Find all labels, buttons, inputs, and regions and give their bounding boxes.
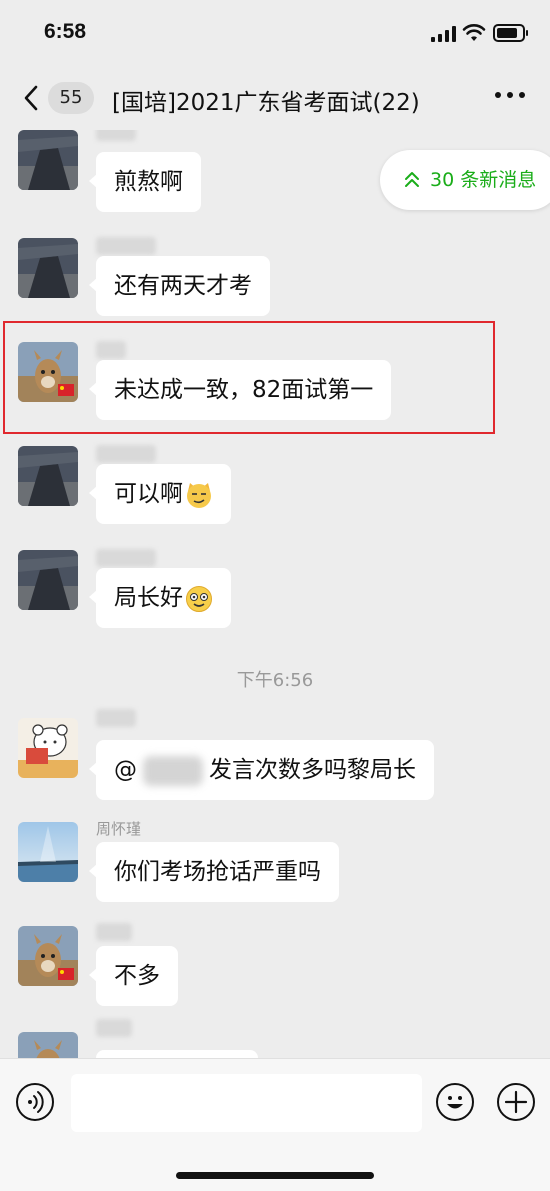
message-bubble[interactable]: 可以啊 — [89, 464, 231, 524]
message-bubble[interactable] — [96, 1050, 258, 1058]
sender-name — [96, 546, 156, 568]
message-bubble[interactable]: 你们考场抢话严重吗 — [89, 842, 339, 902]
more-actions-button[interactable] — [497, 1083, 535, 1121]
voice-wave-icon — [28, 1091, 44, 1113]
alpaca-avatar[interactable] — [18, 926, 78, 986]
back-unread-count[interactable]: 55 — [48, 82, 94, 114]
message-text: 不多 — [114, 963, 160, 989]
cellular-signal-icon — [431, 26, 457, 42]
photo-avatar-dark[interactable] — [18, 238, 78, 298]
message-text: 煎熬啊 — [114, 169, 183, 195]
message-text: 局长好 — [114, 585, 183, 611]
time-divider: 下午6:56 — [236, 670, 314, 691]
battery-icon — [493, 24, 528, 42]
double-chevron-up-icon — [405, 172, 419, 187]
sender-name: 周怀瑾 — [96, 820, 142, 838]
home-indicator — [176, 1172, 374, 1179]
input-bar — [0, 1058, 550, 1191]
new-messages-label: 30 条新消息 — [430, 169, 537, 191]
sender-name — [96, 706, 136, 728]
mention-prefix: @ — [114, 757, 137, 783]
sender-name — [96, 130, 136, 142]
message-text: 你们考场抢话严重吗 — [114, 859, 321, 885]
bear-reading-avatar[interactable] — [18, 718, 78, 778]
smiley-face-icon — [447, 1096, 463, 1109]
sender-name — [96, 920, 132, 942]
photo-avatar-dark[interactable] — [18, 130, 78, 190]
sender-name — [96, 442, 156, 464]
photo-avatar-dark[interactable] — [18, 446, 78, 506]
message-bubble[interactable]: @ 发言次数多吗黎局长 — [89, 740, 434, 800]
battery-level — [497, 28, 517, 38]
message-text: 可以啊 — [114, 481, 183, 507]
redacted-name — [143, 755, 203, 786]
smirk-cat-emoji — [187, 482, 211, 508]
back-chevron-icon[interactable] — [20, 84, 44, 112]
message-text: 发言次数多吗黎局长 — [209, 757, 416, 783]
photo-avatar-dark[interactable] — [18, 550, 78, 610]
message-bubble[interactable]: 局长好 — [89, 568, 231, 628]
chat-title[interactable]: [国培]2021广东省考面试(22) — [112, 83, 420, 117]
new-messages-button[interactable]: 30 条新消息 — [380, 150, 550, 210]
plus-icon — [504, 1090, 528, 1114]
sender-name — [96, 234, 156, 256]
message-bubble[interactable]: 还有两天才考 — [89, 256, 270, 316]
highlight-box — [3, 321, 495, 434]
alpaca-avatar[interactable] — [18, 1032, 78, 1058]
emoji-button[interactable] — [436, 1083, 474, 1121]
message-bubble[interactable]: 煎熬啊 — [89, 152, 201, 212]
status-bar: 6:58 — [0, 0, 550, 64]
message-text: 还有两天才考 — [114, 273, 252, 299]
voice-input-button[interactable] — [16, 1083, 54, 1121]
sender-name — [96, 1016, 132, 1038]
chat-header: 55 [国培]2021广东省考面试(22) — [0, 64, 550, 130]
dizzy-smile-emoji — [186, 585, 212, 612]
message-list[interactable]: 煎熬啊 还有两天才考 未达成一致，82面试第一 可以啊 局长好 下午6:56 @… — [0, 130, 550, 1058]
more-dots-icon[interactable] — [495, 92, 525, 100]
message-input[interactable] — [71, 1074, 422, 1132]
wifi-icon — [462, 24, 486, 41]
status-time: 6:58 — [44, 20, 87, 43]
sea-sky-avatar[interactable] — [18, 822, 78, 882]
message-bubble[interactable]: 不多 — [89, 946, 178, 1006]
